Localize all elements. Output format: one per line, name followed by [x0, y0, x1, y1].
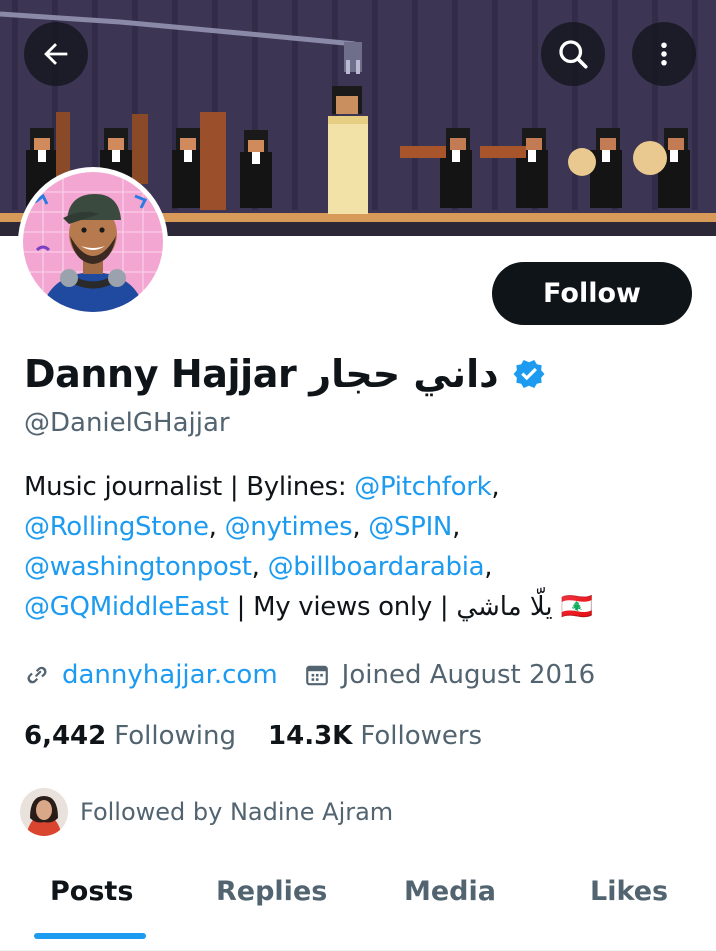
mention-link[interactable]: @GQMiddleEast	[24, 592, 229, 622]
bio-line: @GQMiddleEast | My views only | يلّا ماش…	[24, 587, 664, 627]
bio-text: Music journalist | Bylines:	[24, 472, 355, 502]
bio-text: ,	[484, 552, 493, 582]
profile-avatar[interactable]	[18, 167, 168, 317]
bio-line: Music journalist | Bylines: @Pitchfork,	[24, 467, 664, 507]
back-arrow-icon	[44, 43, 68, 65]
search-icon	[559, 40, 588, 69]
bio-text: ,	[452, 512, 461, 542]
follow-button[interactable]: Follow	[492, 262, 692, 325]
back-button[interactable]	[24, 22, 88, 86]
mention-link[interactable]: @washingtonpost	[24, 552, 252, 582]
profile-page: Follow Danny Hajjar داني حجار @DanielGHa…	[0, 0, 716, 951]
tab-replies[interactable]: Replies	[216, 876, 327, 916]
joined-date: Joined August 2016	[341, 660, 596, 690]
followers-count: 14.3K	[268, 721, 353, 751]
followed-by-row[interactable]: Followed by Nadine Ajram	[20, 786, 393, 838]
more-vertical-icon	[661, 42, 667, 66]
display-name: Danny Hajjar داني حجار	[24, 352, 499, 396]
bio-text: ,	[208, 512, 225, 542]
follow-stats: 6,442 Following 14.3K Followers	[24, 716, 482, 756]
bio-text: ,	[352, 512, 369, 542]
bio-line: @washingtonpost, @billboardarabia,	[24, 547, 664, 587]
followers-label: Followers	[360, 721, 483, 751]
bio-text: ,	[251, 552, 268, 582]
tab-media[interactable]: Media	[404, 876, 496, 916]
tab-likes[interactable]: Likes	[590, 876, 668, 916]
verified-badge-icon[interactable]	[511, 356, 547, 392]
calendar-icon	[304, 662, 330, 688]
profile-bio: Music journalist | Bylines: @Pitchfork, …	[24, 467, 664, 627]
search-button[interactable]	[541, 22, 605, 86]
bio-text: ,	[491, 472, 500, 502]
bio-text: | My views only | يلّا ماشي 🇱🇧	[228, 592, 594, 622]
tab-posts[interactable]: Posts	[50, 876, 133, 916]
following-count: 6,442	[24, 721, 107, 751]
following-label: Following	[114, 721, 237, 751]
profile-meta: dannyhajjar.com Joined August 2016	[24, 655, 595, 695]
avatar-illustration	[23, 172, 163, 312]
mention-link[interactable]: @billboardarabia	[268, 552, 485, 582]
follower-avatar	[20, 788, 68, 836]
following-stat[interactable]: 6,442 Following	[24, 721, 236, 751]
followed-by-text: Followed by Nadine Ajram	[80, 798, 394, 826]
mention-link[interactable]: @nytimes	[225, 512, 353, 542]
profile-handle: @DanielGHajjar	[24, 408, 230, 438]
profile-name-row: Danny Hajjar داني حجار	[24, 346, 547, 402]
profile-tabs: Posts Replies Media Likes	[0, 862, 716, 951]
mention-link[interactable]: @Pitchfork	[354, 472, 491, 502]
website-link[interactable]: dannyhajjar.com	[62, 660, 278, 690]
followers-stat[interactable]: 14.3K Followers	[268, 721, 482, 751]
mention-link[interactable]: @RollingStone	[24, 512, 209, 542]
active-tab-indicator	[34, 933, 146, 939]
mention-link[interactable]: @SPIN	[368, 512, 452, 542]
more-options-button[interactable]	[632, 22, 696, 86]
link-icon	[27, 666, 47, 684]
bio-line: @RollingStone, @nytimes, @SPIN,	[24, 507, 664, 547]
